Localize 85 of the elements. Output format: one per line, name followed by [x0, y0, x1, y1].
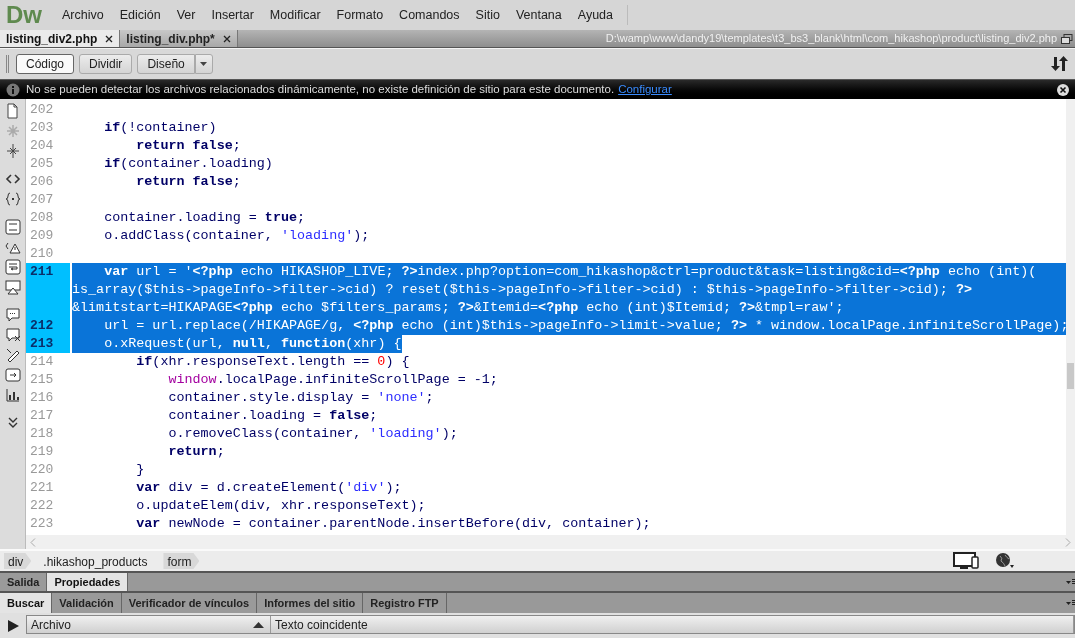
line-number: 217 — [29, 407, 55, 425]
column-header[interactable]: Texto coincidente — [275, 615, 368, 634]
sort-ascending-icon[interactable] — [253, 621, 264, 628]
panel-tab[interactable]: Propiedades — [47, 573, 129, 591]
view-button[interactable]: Código — [16, 54, 75, 74]
remove-comment-icon[interactable] — [4, 327, 21, 343]
code-line: if(!container) — [103, 119, 217, 137]
line-number: 221 — [29, 479, 55, 497]
menu-item[interactable]: Sitio — [467, 5, 508, 25]
line-number: 210 — [29, 245, 55, 263]
panel-tab[interactable]: Buscar — [0, 593, 53, 613]
code-line: o.addClass(container, 'loading'); — [103, 227, 370, 245]
code-line: return; — [167, 443, 225, 461]
line-number: 220 — [29, 461, 55, 479]
close-icon[interactable] — [105, 34, 114, 43]
view-button[interactable]: Diseño — [137, 54, 195, 74]
line-number: 216 — [29, 389, 55, 407]
line-number: 208 — [29, 209, 55, 227]
line-number: 218 — [29, 425, 55, 443]
close-icon[interactable] — [222, 34, 231, 43]
code-line: container.loading = true; — [103, 209, 306, 227]
configure-link[interactable]: Configurar — [618, 80, 672, 99]
code-line: window.localPage.infiniteScrollPage = -1; — [167, 371, 498, 389]
line-number: 214 — [29, 353, 55, 371]
code-line: if(xhr.responseText.length == 0) { — [135, 353, 410, 371]
toolbar-grip-icon — [6, 54, 10, 74]
column-header[interactable]: Archivo — [31, 615, 71, 634]
tag-selector-item[interactable]: form — [163, 553, 200, 569]
code-line: var div = d.createElement('div'); — [135, 479, 402, 497]
menu-item[interactable]: Ver — [168, 5, 204, 25]
dropdown-button[interactable] — [194, 54, 213, 74]
code-line: o.removeClass(container, 'loading'); — [167, 425, 458, 443]
panel-menu-icon[interactable] — [1066, 599, 1075, 607]
file-path: D:\wamp\www\dandy19\templates\t3_bs3_blank\html\com_hikashop\product\listing_div2.php — [605, 31, 1057, 47]
line-number: 223 — [29, 515, 55, 533]
menu-item[interactable]: Modificar — [261, 5, 329, 25]
line-number: 203 — [29, 119, 55, 137]
code-line: container.loading = false; — [167, 407, 378, 425]
app-logo: Dw — [6, 3, 42, 27]
line-number: 204 — [29, 137, 55, 155]
menu-item[interactable]: Comandos — [391, 5, 468, 25]
line-number: 202 — [29, 101, 55, 119]
document-tab[interactable]: listing_div2.php — [0, 30, 121, 47]
code-line: } — [135, 461, 145, 479]
info-message: No se pueden detectar los archivos relacionados dinámicamente, no existe definición de sitio para este documento. — [26, 81, 615, 97]
code-line: container.style.display = 'none'; — [167, 389, 434, 407]
line-number: 211 — [26, 263, 70, 281]
menu-item[interactable]: Edición — [111, 5, 169, 25]
panel-menu-icon[interactable] — [1066, 578, 1075, 586]
line-number: 219 — [29, 443, 55, 461]
close-icon[interactable] — [1057, 83, 1069, 96]
info-icon — [6, 82, 20, 97]
document-tab[interactable]: listing_div.php* — [120, 30, 238, 47]
comment-icon[interactable] — [4, 307, 21, 323]
menu-item[interactable]: Archivo — [54, 5, 112, 25]
play-icon[interactable] — [7, 619, 19, 632]
code-line: return false; — [135, 137, 241, 155]
menu-item[interactable]: Insertar — [203, 5, 262, 25]
menu-item[interactable]: Ventana — [507, 5, 570, 25]
line-number: 205 — [29, 155, 55, 173]
code-line: return false; — [135, 173, 241, 191]
view-button[interactable]: Dividir — [79, 54, 133, 74]
globe-icon[interactable] — [995, 552, 1015, 570]
line-number: 209 — [29, 227, 55, 245]
device-preview-icon[interactable] — [953, 552, 979, 570]
line-number: 206 — [29, 173, 55, 191]
scrollbar-thumb[interactable] — [1067, 363, 1074, 389]
line-number: 212 — [26, 317, 70, 335]
line-number: 215 — [29, 371, 55, 389]
restore-window-icon[interactable] — [1061, 33, 1073, 44]
menu-item[interactable]: Ayuda — [569, 5, 621, 25]
sort-arrows-icon[interactable] — [1051, 56, 1071, 72]
tag-selector-item[interactable]: .hikashop_products — [39, 553, 156, 569]
caret-icon — [200, 62, 208, 66]
line-number: 213 — [26, 335, 70, 353]
line-number: 207 — [29, 191, 55, 209]
document-icon[interactable] — [4, 103, 21, 119]
code-line: if(container.loading) — [103, 155, 273, 173]
tag-selector-item[interactable]: div — [4, 553, 32, 569]
braces-icon[interactable] — [4, 191, 21, 207]
menu-item[interactable]: Formato — [328, 5, 392, 25]
line-number: 222 — [29, 497, 55, 515]
code-line: o.updateElem(div, xhr.responseText); — [135, 497, 426, 515]
vertical-scrollbar[interactable] — [1066, 99, 1075, 535]
code-line: var newNode = container.parentNode.insertBefore(div, container); — [135, 515, 651, 533]
